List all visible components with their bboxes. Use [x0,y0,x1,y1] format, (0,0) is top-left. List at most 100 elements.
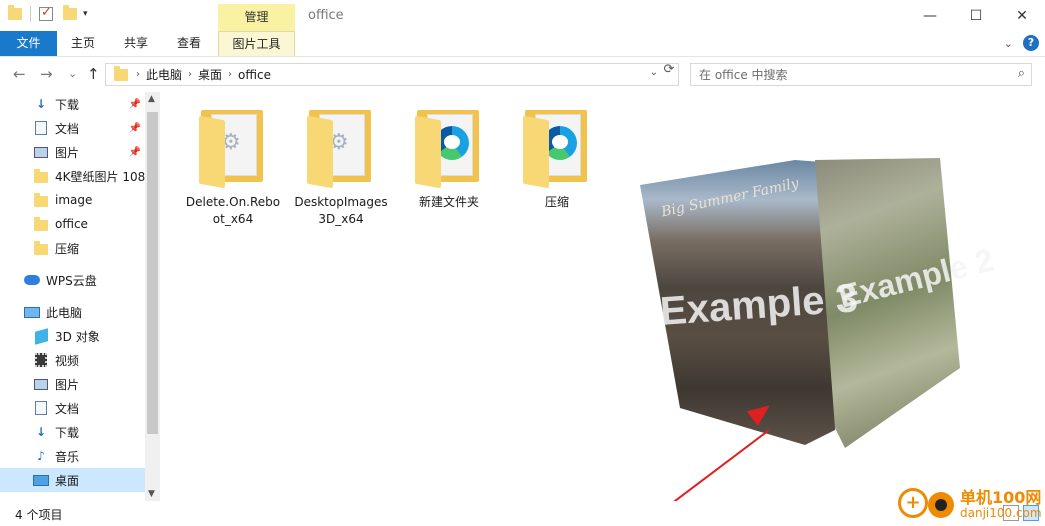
folder-icon: ⚙ [199,104,267,189]
sidebar-item-label: 图片 [55,145,80,160]
navigation-pane: ↓ 下载 📌 文档 📌 图片 📌 4K壁纸图片 1080 image offic… [0,92,160,501]
close-button[interactable]: ✕ [999,0,1045,31]
watermark-cn: 单机100网 [960,488,1042,507]
file-name: ot_x64 [212,212,254,226]
forward-arrow-icon[interactable]: → [40,65,53,83]
video-icon [33,352,49,368]
status-bar: 4 个项目 [0,501,1045,526]
breadcrumb-separator-icon[interactable]: › [188,69,192,80]
sidebar-item-pc-downloads[interactable]: ↓ 下载 [0,420,145,444]
tab-share[interactable]: 共享 [113,31,159,56]
picture-icon [33,144,49,160]
file-name: 压缩 [544,195,569,209]
sidebar-item-label: 压缩 [55,241,80,256]
sidebar-item-label: 4K壁纸图片 1080 [55,169,153,184]
ribbon-options: ⌄ ? [1004,35,1039,51]
folder-icon [114,65,128,81]
sidebar-item-wps-cloud[interactable]: WPS云盘 [0,268,145,292]
navigation-bar: ← → ⌄ ↑ › 此电脑 › 桌面 › office ⌄ ⟳ ⌕ [0,58,1045,92]
download-icon: ↓ [35,425,47,439]
watermark-en: danji100.com [960,506,1042,520]
refresh-icon[interactable]: ⟳ [660,62,678,77]
tab-manage[interactable]: 管理 [218,4,295,31]
sidebar-item-pc-pictures[interactable]: 图片 [0,372,145,396]
file-item-delete-on-reboot[interactable]: ⚙ Delete.On.Rebo ot_x64 [178,104,288,228]
window-title: office [308,8,344,23]
sidebar-item-label: 音乐 [55,449,80,464]
sidebar-item-music[interactable]: ♪ 音乐 [0,444,145,468]
new-folder-icon[interactable] [63,5,77,20]
sidebar-item-downloads[interactable]: ↓ 下载 📌 [0,92,145,116]
sidebar-item-label: 下载 [55,97,80,112]
sidebar-item-office[interactable]: office [0,212,145,236]
up-arrow-icon[interactable]: ↑ [87,65,100,83]
sidebar-item-label: 文档 [55,401,80,416]
file-item-desktopimages3d[interactable]: ⚙ DesktopImages 3D_x64 [286,104,396,228]
folder-icon [33,240,49,256]
minimize-button[interactable]: — [907,0,953,31]
search-icon[interactable]: ⌕ [1018,66,1025,81]
recent-locations-icon[interactable]: ⌄ [68,67,77,80]
file-item-compressed[interactable]: 压缩 [502,104,612,211]
sidebar-item-label: 文档 [55,121,80,136]
scroll-up-icon[interactable]: ▲ [148,94,155,104]
breadcrumb-separator-icon[interactable]: › [228,69,232,80]
search-input[interactable] [691,64,991,85]
pin-icon: 📌 [128,146,141,158]
sidebar-item-label: WPS云盘 [46,273,97,288]
folder-icon [415,104,483,189]
folder-icon [33,168,49,184]
address-bar[interactable]: › 此电脑 › 桌面 › office ⌄ [105,63,679,86]
scrollbar-thumb[interactable] [147,112,158,434]
search-box: ⌕ [690,63,1032,86]
sidebar-item-label: 视频 [55,353,80,368]
breadcrumb-this-pc[interactable]: 此电脑 [146,66,182,83]
item-count: 4 个项目 [15,508,63,522]
sidebar-item-label: image [55,193,93,207]
document-icon [33,400,49,416]
download-icon: ↓ [35,97,47,111]
sidebar-item-4k-wallpapers[interactable]: 4K壁纸图片 1080 [0,164,153,188]
sidebar-item-desktop[interactable]: 桌面 [0,468,145,492]
picture-icon [33,376,49,392]
sidebar-scrollbar[interactable]: ▲ ▼ [145,92,160,501]
sidebar-item-pc-documents[interactable]: 文档 [0,396,145,420]
document-icon [33,120,49,136]
tab-file[interactable]: 文件 [0,31,57,56]
chevron-down-icon[interactable]: ⌄ [1004,37,1013,50]
tab-home[interactable]: 主页 [60,31,106,56]
folder-icon: ⚙ [307,104,375,189]
sidebar-item-3d-objects[interactable]: 3D 对象 [0,324,145,348]
circle-icon [928,492,954,518]
maximize-button[interactable]: ☐ [953,0,999,31]
desktop-icon [33,472,49,488]
back-arrow-icon[interactable]: ← [13,65,26,83]
chevron-down-icon[interactable]: ⌄ [650,67,658,78]
properties-icon[interactable] [39,5,53,21]
file-name: DesktopImages [294,195,388,209]
sidebar-item-label: 桌面 [55,473,80,488]
sidebar-item-label: 此电脑 [46,305,83,320]
breadcrumb-desktop[interactable]: 桌面 [198,66,222,83]
divider [30,6,31,22]
sidebar-item-compressed[interactable]: 压缩 [0,236,145,260]
scroll-down-icon[interactable]: ▼ [148,489,155,499]
tab-picture-tools[interactable]: 图片工具 [218,31,295,56]
title-bar: ▾ 管理 office — ☐ ✕ [0,0,1045,31]
ribbon-tabs: 文件 主页 共享 查看 图片工具 ⌄ ? [0,31,1045,57]
customize-toolbar-icon[interactable]: ▾ [83,9,88,19]
sidebar-item-documents[interactable]: 文档 📌 [0,116,145,140]
sidebar-item-label: 下载 [55,425,80,440]
pc-icon [24,304,40,320]
breadcrumb-office[interactable]: office [238,68,271,82]
folder-icon [33,192,49,208]
breadcrumb-separator-icon[interactable]: › [136,69,140,80]
help-icon[interactable]: ? [1023,35,1039,51]
tab-view[interactable]: 查看 [166,31,212,56]
file-name: 新建文件夹 [418,195,479,209]
sidebar-item-this-pc[interactable]: 此电脑 [0,300,145,324]
sidebar-item-videos[interactable]: 视频 [0,348,145,372]
file-item-new-folder[interactable]: 新建文件夹 [394,104,504,211]
sidebar-item-image[interactable]: image [0,188,145,212]
sidebar-item-pictures[interactable]: 图片 📌 [0,140,145,164]
